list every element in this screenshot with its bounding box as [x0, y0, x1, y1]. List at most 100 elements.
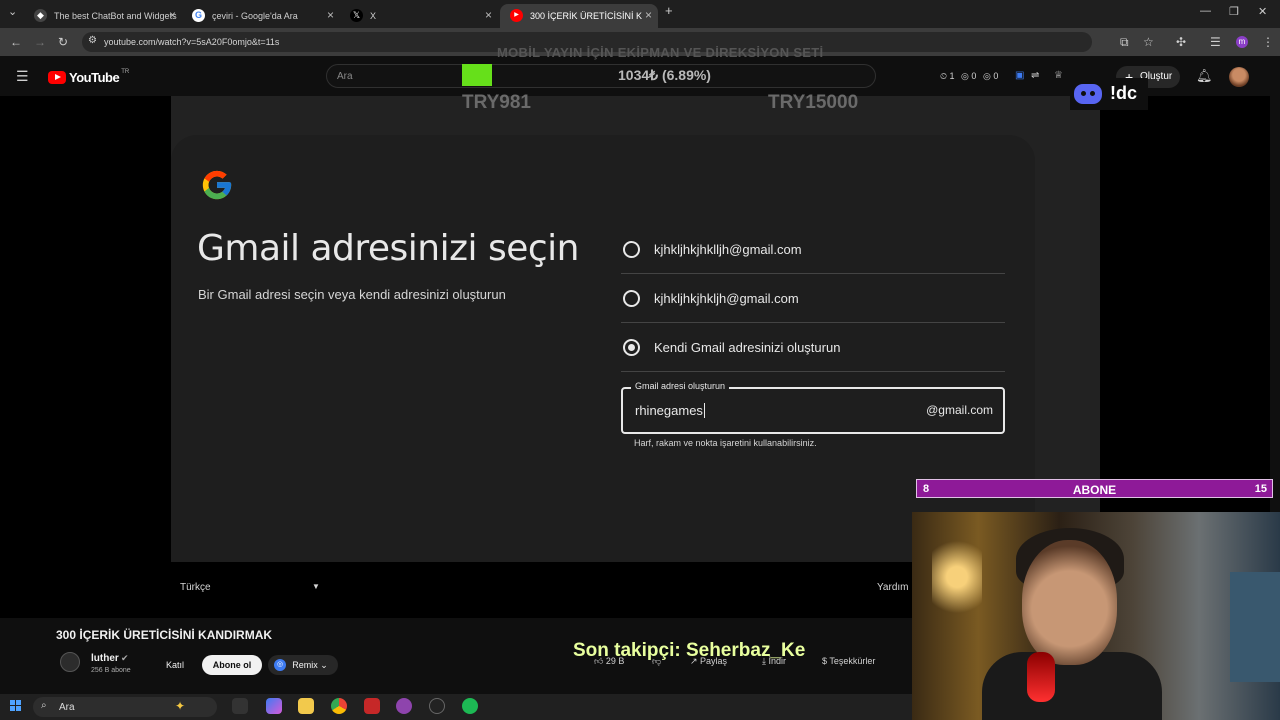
- tab-google-search[interactable]: G çeviri - Google'da Ara ×: [182, 4, 340, 28]
- share-button[interactable]: ↗ Paylaş: [690, 656, 727, 667]
- download-button[interactable]: ⤓ İndir: [762, 656, 786, 667]
- country-code: TR: [121, 68, 130, 75]
- copilot-sparkle-icon: ✦: [175, 699, 186, 713]
- goal-target-amount: TRY15000: [768, 92, 859, 113]
- file-explorer-icon[interactable]: [298, 698, 314, 714]
- discord-overlay: !dc: [1070, 78, 1148, 110]
- reload-icon[interactable]: ↻: [58, 35, 68, 49]
- field-label: Gmail adresi oluşturun: [631, 381, 730, 391]
- option-label: Kendi Gmail adresinizi oluşturun: [654, 340, 841, 355]
- taskbar-search[interactable]: ⌕ Ara ✦: [33, 697, 217, 717]
- url-text: youtube.com/watch?v=5sA20F0omjo&t=11s: [104, 37, 280, 47]
- back-arrow-icon[interactable]: ←: [10, 35, 22, 49]
- tab-label: The best ChatBot and Widgets: [54, 11, 177, 21]
- thanks-button[interactable]: $ Teşekkürler: [822, 656, 875, 666]
- close-tab-icon[interactable]: ×: [485, 8, 492, 22]
- tab-x[interactable]: 𝕏 X ×: [340, 4, 498, 28]
- tab-list-chevron-icon[interactable]: ⌄: [8, 5, 17, 18]
- youtube-logo-text: YouTube: [69, 70, 120, 85]
- install-app-icon[interactable]: ⧉: [1120, 35, 1129, 50]
- gmail-page-subtitle: Bir Gmail adresi seçin veya kendi adresi…: [198, 287, 506, 302]
- discord-logo-icon: [1074, 84, 1102, 104]
- video-title: 300 İÇERİK ÜRETİCİSİNİ KANDIRMAK: [56, 628, 273, 642]
- gmail-page-title: Gmail adresinizi seçin: [197, 228, 579, 269]
- extensions-puzzle-icon[interactable]: ✣: [1176, 35, 1186, 49]
- chatbot-favicon-icon: ◆: [34, 9, 47, 22]
- copilot-app-icon[interactable]: [266, 698, 282, 714]
- option-label: kjhkljhkjhkljh@gmail.com: [654, 291, 799, 306]
- sub-bar-target: 15: [1254, 483, 1267, 495]
- sub-bar-label: ABONE: [1072, 483, 1117, 497]
- dislike-icon[interactable]: 👎︎: [652, 656, 661, 667]
- close-tab-icon[interactable]: ×: [327, 8, 334, 22]
- new-tab-plus-icon[interactable]: +: [665, 3, 673, 18]
- chrome-icon[interactable]: [331, 698, 347, 714]
- discord-command-text: !dc: [1110, 83, 1137, 103]
- remix-icon: ◎: [274, 659, 286, 671]
- google-favicon-icon: G: [192, 9, 205, 22]
- extension-icon[interactable]: ▣: [1015, 70, 1024, 81]
- gmail-option-2[interactable]: kjhkljhkjhkljh@gmail.com: [621, 275, 1005, 323]
- field-value[interactable]: rhinegames: [635, 403, 705, 418]
- help-link[interactable]: Yardım: [877, 582, 909, 593]
- hamburger-menu-icon[interactable]: ☰: [16, 68, 29, 85]
- youtube-favicon-icon: ▶: [510, 9, 523, 22]
- field-suffix: @gmail.com: [926, 403, 993, 417]
- youtube-play-icon: [48, 71, 66, 84]
- close-tab-icon[interactable]: ×: [169, 8, 176, 22]
- field-help-text: Harf, rakam ve nokta işaretini kullanabi…: [634, 438, 817, 448]
- tab-chatbot[interactable]: ◆ The best ChatBot and Widgets ×: [24, 4, 182, 28]
- remix-button[interactable]: ◎ Remix ⌄: [268, 655, 338, 675]
- option-label: kjhkljhkjhklljh@gmail.com: [654, 242, 802, 257]
- forward-arrow-icon[interactable]: →: [34, 35, 46, 49]
- spotify-icon[interactable]: [462, 698, 478, 714]
- channel-name[interactable]: luther: [91, 653, 119, 664]
- stream-goal-title: MOBİL YAYIN İÇİN EKİPMAN VE DİREKSİYON S…: [497, 45, 824, 60]
- search-input[interactable]: Ara: [326, 64, 876, 88]
- goal-current-amount: TRY981: [462, 92, 531, 113]
- gmail-option-1[interactable]: kjhkljhkjhklljh@gmail.com: [621, 226, 1005, 274]
- windows-start-icon[interactable]: [10, 700, 22, 712]
- user-avatar[interactable]: [1229, 67, 1249, 87]
- minimize-icon[interactable]: —: [1200, 5, 1211, 17]
- search-icon: ⌕: [41, 700, 47, 711]
- stats-comments: ⏲ 1: [940, 71, 955, 81]
- subscriber-goal-bar: 8 ABONE 15: [916, 479, 1273, 498]
- filter-icon[interactable]: ⇌: [1031, 70, 1039, 81]
- tab-label: çeviri - Google'da Ara: [212, 11, 298, 21]
- maximize-icon[interactable]: ❐: [1229, 5, 1239, 18]
- join-button[interactable]: Katıl: [160, 655, 190, 675]
- subscribe-button[interactable]: Abone ol: [202, 655, 262, 675]
- goal-progress-fill: [462, 64, 492, 86]
- radio-button[interactable]: [623, 241, 640, 258]
- dropdown-arrow-icon[interactable]: ▼: [312, 582, 320, 591]
- wps-office-icon[interactable]: [364, 698, 380, 714]
- tab-label: 300 İÇERİK ÜRETİCİSİNİ KAN: [530, 11, 642, 21]
- youtube-logo[interactable]: YouTube TR: [48, 68, 130, 85]
- obs-like-app-icon[interactable]: [396, 698, 412, 714]
- obs-studio-icon[interactable]: [429, 698, 445, 714]
- reading-list-icon[interactable]: ☰: [1210, 35, 1221, 49]
- like-button[interactable]: 👍︎ 29 B: [594, 656, 624, 667]
- radio-button[interactable]: [623, 290, 640, 307]
- gmail-address-field[interactable]: Gmail adresi oluşturun rhinegames @gmail…: [621, 381, 1005, 434]
- browser-menu-icon[interactable]: ⋮: [1262, 35, 1274, 49]
- tab-youtube-video[interactable]: ▶ 300 İÇERİK ÜRETİCİSİNİ KAN ×: [500, 4, 658, 28]
- goal-progress-text: 1034₺ (6.89%): [618, 67, 711, 83]
- trophy-icon[interactable]: ♕: [1054, 70, 1063, 81]
- site-info-icon[interactable]: ⚙: [88, 35, 97, 46]
- gmail-option-custom[interactable]: Kendi Gmail adresinizi oluşturun: [621, 324, 1005, 372]
- profile-avatar[interactable]: m: [1236, 36, 1248, 48]
- radio-button-selected[interactable]: [623, 339, 640, 356]
- channel-avatar[interactable]: [60, 652, 80, 672]
- tab-label: X: [370, 11, 377, 21]
- close-tab-icon[interactable]: ×: [645, 8, 652, 22]
- notifications-bell-icon[interactable]: 🔔︎: [1196, 68, 1213, 84]
- window-close-icon[interactable]: ✕: [1258, 5, 1267, 18]
- bookmark-star-icon[interactable]: ☆: [1143, 35, 1154, 49]
- google-g-logo-icon: [202, 170, 232, 200]
- search-placeholder: Ara: [337, 71, 353, 82]
- browser-tab-strip: ⌄ ◆ The best ChatBot and Widgets × G çev…: [0, 0, 1280, 28]
- language-select[interactable]: Türkçe: [180, 582, 211, 593]
- task-view-icon[interactable]: [232, 698, 248, 714]
